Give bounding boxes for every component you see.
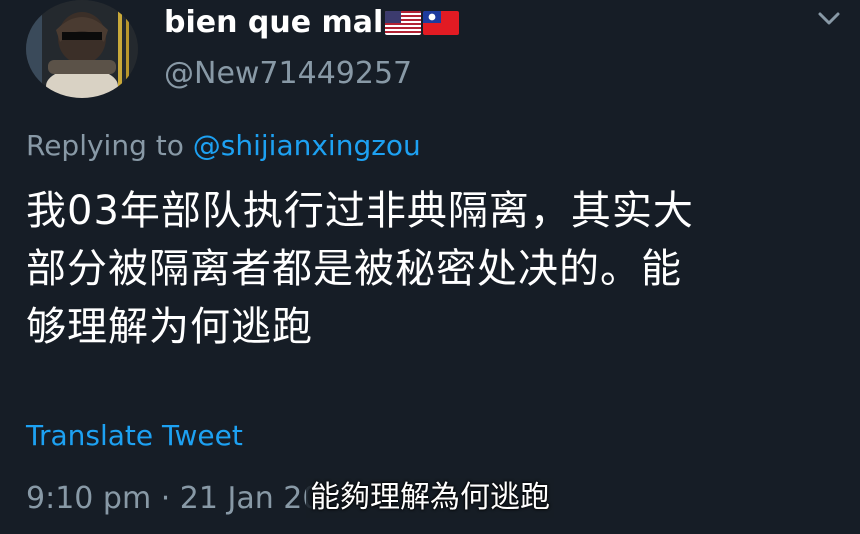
taiwan-flag-icon	[423, 11, 460, 35]
us-flag-icon	[385, 11, 422, 35]
tweet-text-line: 够理解为何逃跑	[26, 304, 313, 350]
chevron-down-icon[interactable]	[816, 8, 842, 28]
replying-prefix: Replying to	[26, 129, 184, 162]
avatar-image	[26, 0, 138, 98]
reply-mention-link[interactable]: @shijianxingzou	[193, 129, 421, 162]
display-name[interactable]: bien que mal	[164, 5, 460, 40]
user-handle[interactable]: @New71449257	[164, 56, 412, 92]
video-subtitle: 能夠理解為何逃跑	[306, 478, 554, 518]
tweet-text-line: 我03年部队执行过非典隔离，其实大	[26, 188, 694, 234]
tweet-text-line: 部分被隔离者都是被秘密处决的。能	[26, 246, 682, 292]
avatar[interactable]	[26, 0, 138, 98]
tweet-timestamp[interactable]: 9:10 pm · 21 Jan 20	[26, 480, 321, 518]
display-name-text: bien que mal	[164, 5, 384, 40]
tweet-text: 我03年部队执行过非典隔离，其实大 部分被隔离者都是被秘密处决的。能 够理解为何…	[26, 182, 826, 356]
translate-tweet-link[interactable]: Translate Tweet	[26, 418, 243, 454]
replying-to: Replying to @shijianxingzou	[26, 128, 421, 164]
